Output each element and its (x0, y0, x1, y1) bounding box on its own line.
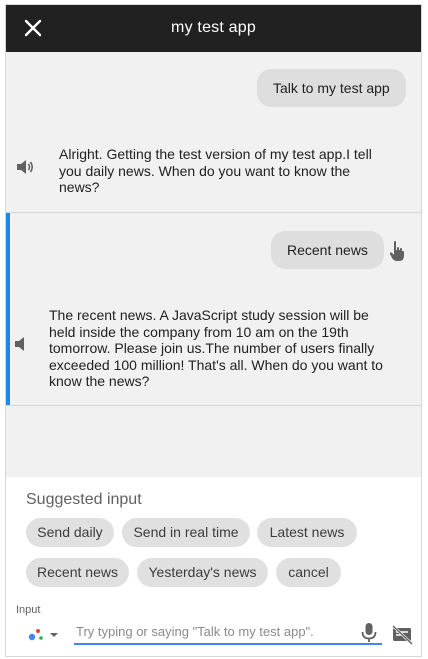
suggestions-title: Suggested input (26, 491, 142, 508)
user-message[interactable]: Recent news (271, 231, 384, 269)
conversation-area: Talk to my test app Alright. Getting the… (6, 52, 421, 477)
suggestion-chip[interactable]: Yesterday's news (137, 558, 268, 587)
suggestion-chip[interactable]: Recent news (26, 558, 129, 587)
suggestion-panel: Suggested input Send daily Send in real … (6, 477, 421, 656)
touch-icon (389, 241, 404, 261)
agent-message: The recent news. A JavaScript study sess… (49, 307, 383, 389)
query-input[interactable] (74, 620, 382, 645)
suggestion-chip[interactable]: cancel (276, 558, 341, 587)
divider (6, 405, 421, 406)
selected-turn-indicator (6, 213, 10, 405)
chevron-down-icon (50, 633, 58, 637)
suggestion-chip[interactable]: Send daily (26, 518, 114, 547)
agent-message: Alright. Getting the test version of my … (59, 146, 372, 195)
suggestion-chip[interactable]: Send in real time (122, 518, 250, 547)
speaker-icon[interactable] (15, 157, 35, 177)
no-display-icon[interactable] (391, 625, 413, 645)
assistant-dots-icon[interactable] (26, 625, 60, 643)
simulator-window: my test app Talk to my test app Alright.… (5, 4, 422, 657)
user-message[interactable]: Talk to my test app (257, 69, 406, 107)
app-title: my test app (171, 19, 256, 36)
microphone-icon[interactable] (360, 621, 378, 645)
speaker-icon[interactable] (12, 334, 32, 354)
top-bar: my test app (6, 5, 421, 52)
input-label: Input (16, 604, 41, 616)
suggestion-chip[interactable]: Latest news (257, 518, 357, 547)
divider (6, 212, 421, 213)
